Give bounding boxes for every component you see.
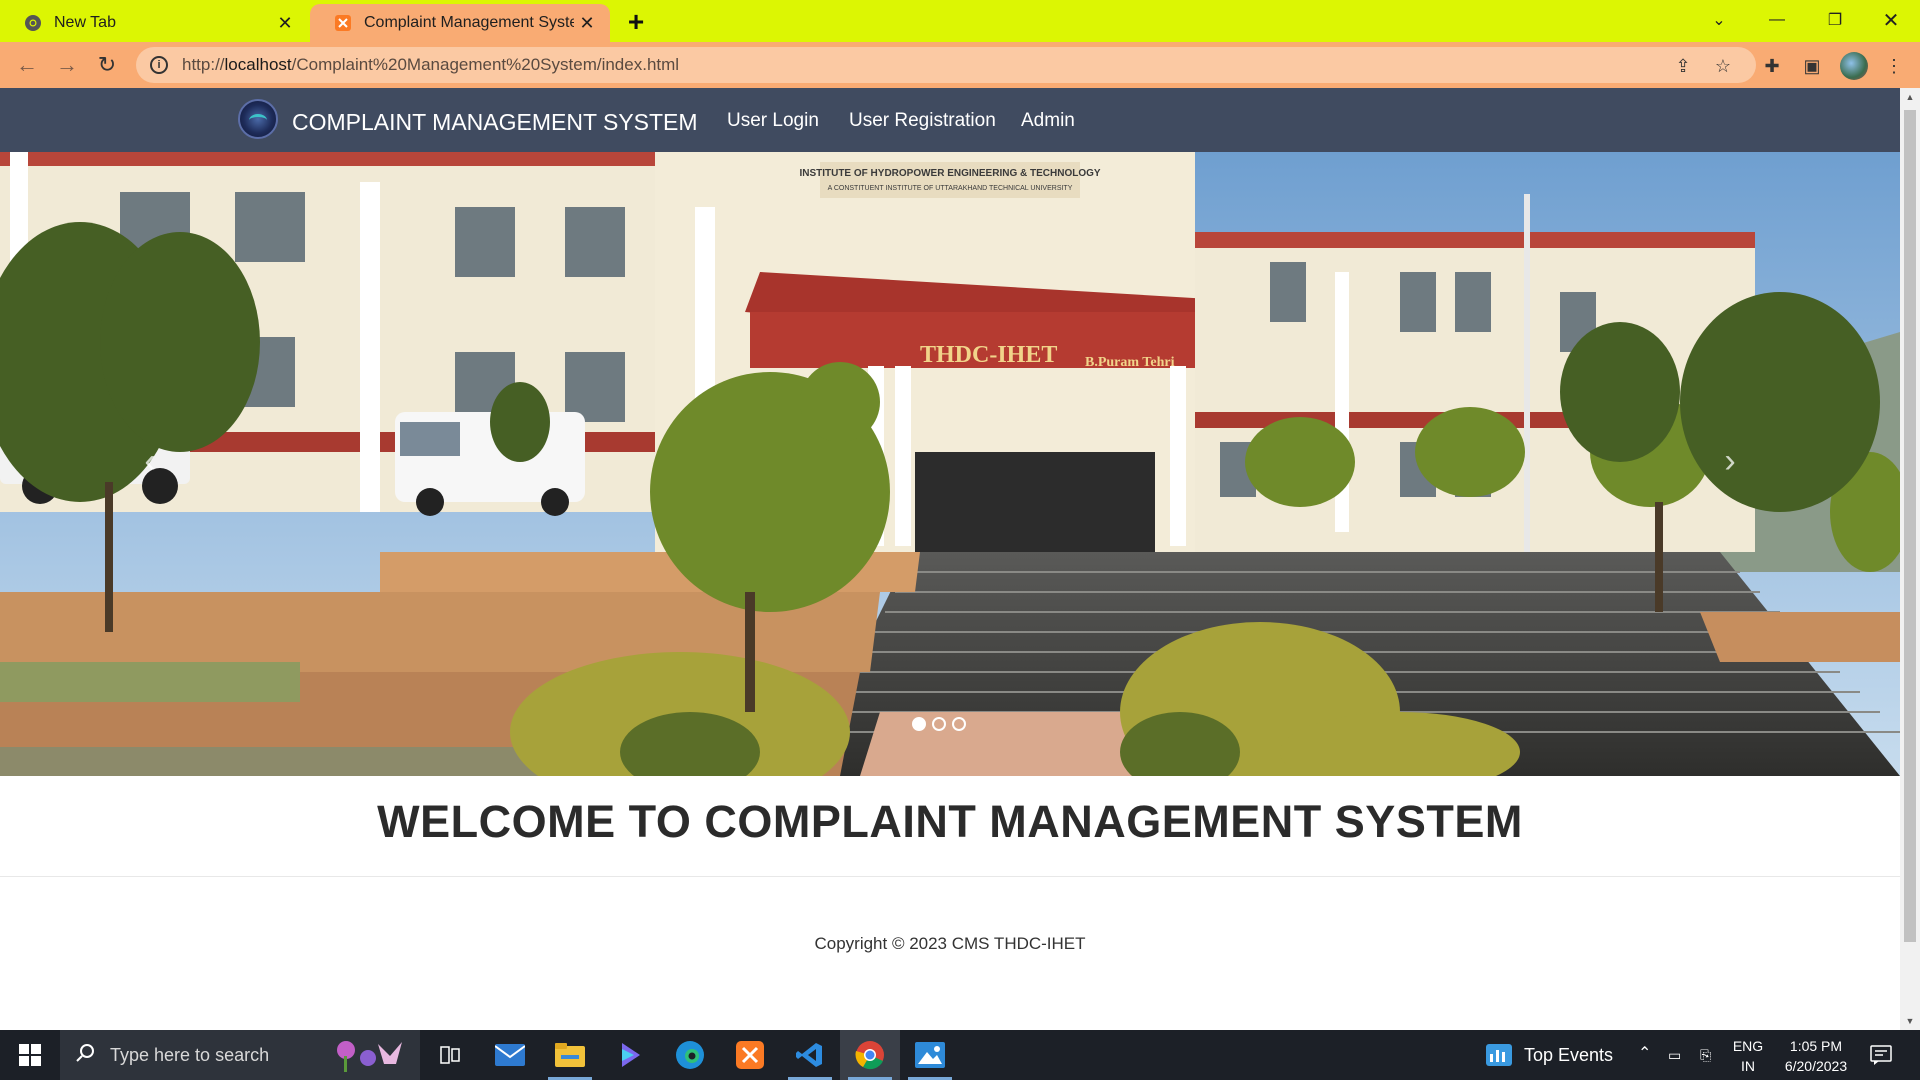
- scroll-down-icon[interactable]: ▼: [1900, 1012, 1920, 1030]
- address-bar[interactable]: i http://localhost/Complaint%20Managemen…: [136, 47, 1756, 83]
- divider: [0, 876, 1900, 877]
- scrollbar-thumb[interactable]: [1904, 110, 1916, 942]
- news-widget-icon[interactable]: [1486, 1042, 1512, 1068]
- close-window-icon[interactable]: ✕: [1862, 0, 1920, 40]
- nav-user-registration[interactable]: User Registration: [849, 110, 996, 132]
- close-tab-icon[interactable]: ✕: [574, 10, 600, 36]
- tab-search-chevron-icon[interactable]: ⌄: [1690, 0, 1748, 40]
- building-top-sub: A CONSTITUENT INSTITUTE OF UTTARAKHAND T…: [828, 185, 1073, 192]
- browser-tab-strip: New Tab ✕ Complaint Management System ✕ …: [0, 0, 1920, 42]
- page-scrollbar[interactable]: ▲ ▼: [1900, 88, 1920, 1030]
- task-view-icon[interactable]: [420, 1030, 480, 1080]
- xampp-app-icon[interactable]: [720, 1030, 780, 1080]
- battery-icon[interactable]: ▭: [1668, 1045, 1681, 1065]
- page-viewport: COMPLAINT MANAGEMENT SYSTEM User Login U…: [0, 88, 1900, 1030]
- show-hidden-icons-chevron-icon[interactable]: ⌃: [1638, 1044, 1651, 1064]
- share-icon[interactable]: ⇪: [1672, 55, 1694, 77]
- carousel-prev-icon[interactable]: ‹: [130, 442, 170, 481]
- region-code: IN: [1741, 1058, 1755, 1074]
- side-panel-icon[interactable]: ▣: [1800, 54, 1824, 78]
- forward-icon[interactable]: →: [52, 50, 82, 80]
- browser-toolbar: ← → ↻ i http://localhost/Complaint%20Man…: [0, 42, 1920, 88]
- clock-time: 1:05 PM: [1789, 1038, 1843, 1054]
- hero-carousel: INSTITUTE OF HYDROPOWER ENGINEERING & TE…: [0, 152, 1900, 776]
- site-info-icon[interactable]: i: [150, 56, 168, 74]
- url-text: http://localhost/Complaint%20Management%…: [182, 55, 680, 74]
- carousel-indicator-2[interactable]: [932, 717, 946, 731]
- building-top-text: INSTITUTE OF HYDROPOWER ENGINEERING & TE…: [799, 168, 1100, 179]
- tab-new-tab[interactable]: New Tab ✕: [0, 4, 308, 42]
- carousel-indicators: [912, 717, 966, 731]
- tab-title: New Tab: [54, 14, 116, 31]
- photos-app-icon[interactable]: [900, 1030, 960, 1080]
- scroll-up-icon[interactable]: ▲: [1900, 88, 1920, 106]
- copilot-icon[interactable]: [600, 1030, 660, 1080]
- chrome-menu-icon[interactable]: ⋮: [1882, 54, 1906, 78]
- welcome-heading: WELCOME TO COMPLAINT MANAGEMENT SYSTEM: [377, 796, 1523, 847]
- news-widget-label[interactable]: Top Events: [1524, 1045, 1613, 1065]
- notifications-icon[interactable]: [1870, 1044, 1892, 1066]
- site-brand[interactable]: COMPLAINT MANAGEMENT SYSTEM: [292, 109, 698, 136]
- search-highlight-flowers-icon: [328, 1036, 408, 1074]
- carousel-indicator-3[interactable]: [952, 717, 966, 731]
- building-sign: THDC-IHET: [920, 342, 1057, 368]
- carousel-next-icon[interactable]: ›: [1710, 442, 1750, 481]
- mail-icon[interactable]: [480, 1030, 540, 1080]
- chrome-app-icon[interactable]: [840, 1030, 900, 1080]
- building-sign-sub: B.Puram Tehri: [1085, 355, 1175, 370]
- clock-date: 6/20/2023: [1784, 1058, 1848, 1074]
- windows-start-icon[interactable]: [0, 1030, 60, 1080]
- lang-code: ENG: [1732, 1038, 1764, 1054]
- institute-logo[interactable]: [238, 99, 278, 139]
- search-placeholder: Type here to search: [110, 1044, 270, 1065]
- restore-icon[interactable]: ❐: [1806, 0, 1864, 40]
- bookmark-star-icon[interactable]: ☆: [1712, 55, 1734, 77]
- close-tab-icon[interactable]: ✕: [272, 10, 298, 36]
- system-clock[interactable]: 1:05 PM 6/20/2023: [1776, 1036, 1856, 1076]
- tab-title: Complaint Management System: [364, 14, 574, 31]
- input-language-indicator[interactable]: ENG IN: [1730, 1036, 1766, 1076]
- minimize-icon[interactable]: —: [1748, 0, 1806, 40]
- site-navbar: COMPLAINT MANAGEMENT SYSTEM User Login U…: [0, 88, 1900, 152]
- footer-copyright: Copyright © 2023 CMS THDC-IHET: [814, 934, 1086, 953]
- windows-taskbar: Type here to search Top Events ⌃ ▭ ⎘ ENG…: [0, 1030, 1920, 1080]
- file-explorer-icon[interactable]: [540, 1030, 600, 1080]
- search-icon: [76, 1043, 96, 1068]
- nav-admin[interactable]: Admin: [1021, 110, 1075, 132]
- nav-user-login[interactable]: User Login: [727, 110, 819, 132]
- extensions-puzzle-icon[interactable]: ✚: [1760, 54, 1784, 78]
- profile-avatar[interactable]: [1840, 52, 1868, 80]
- network-icon[interactable]: ⎘: [1700, 1045, 1711, 1065]
- vscode-icon[interactable]: [780, 1030, 840, 1080]
- edge-browser-icon[interactable]: [660, 1030, 720, 1080]
- carousel-indicator-1[interactable]: [912, 717, 926, 731]
- taskbar-search-box[interactable]: Type here to search: [60, 1030, 420, 1080]
- reload-icon[interactable]: ↻: [92, 50, 122, 80]
- new-tab-plus-icon[interactable]: +: [622, 6, 650, 37]
- chrome-icon: [24, 14, 42, 32]
- xampp-icon: [334, 14, 352, 32]
- back-icon[interactable]: ←: [12, 50, 42, 80]
- tab-complaint-management[interactable]: Complaint Management System ✕: [310, 4, 610, 42]
- campus-building-photo: INSTITUTE OF HYDROPOWER ENGINEERING & TE…: [0, 152, 1900, 776]
